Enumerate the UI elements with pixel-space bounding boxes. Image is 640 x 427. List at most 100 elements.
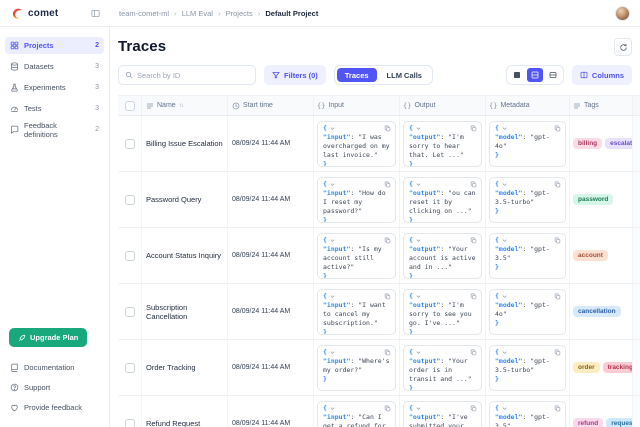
column-header-start-time[interactable]: Start time	[228, 96, 314, 115]
table-row[interactable]: Password Query08/09/24 11:44 AM{"input":…	[118, 172, 640, 228]
tag-password[interactable]: password	[573, 194, 613, 205]
breadcrumb-item[interactable]: Default Project	[265, 9, 318, 18]
column-header-metadata[interactable]: {}Metadata	[486, 96, 570, 115]
trace-name-cell[interactable]: Account Status Inquiry	[142, 228, 228, 283]
table-row[interactable]: Refund Request08/09/24 11:44 AM{"input":…	[118, 396, 640, 427]
refresh-button[interactable]	[614, 38, 632, 56]
copy-icon[interactable]	[384, 293, 391, 303]
sidebar-item-experiments[interactable]: Experiments3	[5, 79, 104, 96]
copy-icon[interactable]	[384, 349, 391, 359]
metadata-json-cell[interactable]: {"model": "gpt-4o"}	[489, 121, 566, 167]
column-header-output[interactable]: {}Output	[400, 96, 486, 115]
sidebar-item-feedback-definitions[interactable]: Feedback definitions2	[5, 121, 104, 138]
sidebar-bottom: Upgrade Plan Documentation Support Provide…	[5, 328, 104, 419]
filters-button[interactable]: Filters (0)	[264, 65, 326, 85]
sidebar-footer-support[interactable]: Support	[5, 379, 104, 395]
tag-tracking[interactable]: tracking	[603, 362, 633, 373]
column-header-input[interactable]: {}Input	[314, 96, 400, 115]
metadata-json-cell[interactable]: {"model": "gpt-3.5-turbo"}	[489, 345, 566, 391]
copy-icon[interactable]	[554, 125, 561, 135]
copy-icon[interactable]	[384, 237, 391, 247]
copy-icon[interactable]	[470, 349, 477, 359]
breadcrumb-item[interactable]: team-comet-ml	[119, 9, 169, 18]
table-row[interactable]: Account Status Inquiry08/09/24 11:44 AM{…	[118, 228, 640, 284]
row-checkbox[interactable]	[125, 363, 135, 373]
row-checkbox[interactable]	[125, 251, 135, 261]
tag-refund[interactable]: refund	[573, 418, 603, 427]
input-json-cell[interactable]: {"input": "Is my account still active?"}	[317, 233, 396, 279]
output-json-cell[interactable]: {"output": "I'm sorry to hear that. Let …	[403, 121, 482, 167]
copy-icon[interactable]	[470, 125, 477, 135]
row-checkbox[interactable]	[125, 419, 135, 427]
json-key: "output"	[409, 189, 440, 197]
copy-icon[interactable]	[470, 181, 477, 191]
columns-icon	[580, 71, 588, 79]
copy-icon[interactable]	[554, 181, 561, 191]
tag-cancellation[interactable]: cancellation	[573, 306, 621, 317]
density-medium-button[interactable]	[527, 68, 543, 82]
tag-account[interactable]: account	[573, 250, 608, 261]
tag-order[interactable]: order	[573, 362, 600, 373]
sort-icon[interactable]: ↑↓	[179, 103, 183, 109]
metadata-json-cell[interactable]: {"model": "gpt-3.5-turbo"}	[489, 177, 566, 223]
sidebar-item-datasets[interactable]: Datasets3	[5, 58, 104, 75]
tag-billing[interactable]: billing	[573, 138, 602, 149]
view-toggle-traces[interactable]: Traces	[337, 68, 377, 82]
metadata-json-cell[interactable]: {"model": "gpt-3.5"}	[489, 401, 566, 427]
copy-icon[interactable]	[384, 181, 391, 191]
copy-icon[interactable]	[470, 293, 477, 303]
row-checkbox[interactable]	[125, 307, 135, 317]
breadcrumb-item[interactable]: LLM Eval	[182, 9, 213, 18]
tag-request[interactable]: request	[606, 418, 633, 427]
view-toggle-llm-calls[interactable]: LLM Calls	[379, 68, 430, 82]
copy-icon[interactable]	[470, 405, 477, 415]
sidebar-footer-provide-feedback[interactable]: Provide feedback	[5, 399, 104, 415]
avatar[interactable]	[615, 6, 630, 21]
output-json-cell[interactable]: {"output": "Your account is active and i…	[403, 233, 482, 279]
sidebar-item-projects[interactable]: Projects2	[5, 37, 104, 54]
copy-icon[interactable]	[554, 237, 561, 247]
copy-icon[interactable]	[554, 293, 561, 303]
columns-button[interactable]: Columns	[572, 65, 632, 85]
copy-icon[interactable]	[554, 405, 561, 415]
trace-name-cell[interactable]: Refund Request	[142, 396, 228, 427]
copy-icon[interactable]	[554, 349, 561, 359]
trace-name-cell[interactable]: Order Tracking	[142, 340, 228, 395]
column-header-name[interactable]: Name↑↓	[142, 96, 228, 115]
output-json-cell[interactable]: {"output": "I'm sorry to see you go. I'v…	[403, 289, 482, 335]
search-input[interactable]	[137, 71, 249, 80]
copy-icon[interactable]	[470, 237, 477, 247]
comet-logo[interactable]: comet	[11, 7, 58, 20]
copy-icon[interactable]	[384, 405, 391, 415]
tag-escalation[interactable]: escalation	[605, 138, 633, 149]
sidebar-collapse-icon[interactable]	[91, 9, 100, 18]
row-checkbox[interactable]	[125, 195, 135, 205]
copy-icon[interactable]	[384, 125, 391, 135]
breadcrumb-item[interactable]: Projects	[226, 9, 253, 18]
select-all-checkbox[interactable]	[125, 101, 135, 111]
output-json-cell[interactable]: {"output": "I've submitted your refund r…	[403, 401, 482, 427]
input-json-cell[interactable]: {"input": "I was overcharged on my last …	[317, 121, 396, 167]
metadata-json-cell[interactable]: {"model": "gpt-3.5"}	[489, 233, 566, 279]
search-box[interactable]	[118, 65, 256, 85]
table-row[interactable]: Order Tracking08/09/24 11:44 AM{"input":…	[118, 340, 640, 396]
input-json-cell[interactable]: {"input": "Can I get a refund for my las…	[317, 401, 396, 427]
column-header-tags[interactable]: Tags	[570, 96, 633, 115]
density-large-button[interactable]	[545, 68, 561, 82]
output-json-cell[interactable]: {"output": "Your order is in transit and…	[403, 345, 482, 391]
trace-name-cell[interactable]: Password Query	[142, 172, 228, 227]
table-row[interactable]: Billing Issue Escalation08/09/24 11:44 A…	[118, 116, 640, 172]
table-row[interactable]: Subscription Cancellation08/09/24 11:44 …	[118, 284, 640, 340]
metadata-json-cell[interactable]: {"model": "gpt-4o"}	[489, 289, 566, 335]
sidebar-footer-documentation[interactable]: Documentation	[5, 359, 104, 375]
row-checkbox[interactable]	[125, 139, 135, 149]
output-json-cell[interactable]: {"output": "ou can reset it by clicking …	[403, 177, 482, 223]
input-json-cell[interactable]: {"input": "I want to cancel my subscript…	[317, 289, 396, 335]
trace-name-cell[interactable]: Billing Issue Escalation	[142, 116, 228, 171]
input-json-cell[interactable]: {"input": "Where's my order?"}	[317, 345, 396, 391]
density-small-button[interactable]	[509, 68, 525, 82]
upgrade-plan-button[interactable]: Upgrade Plan	[9, 328, 87, 347]
sidebar-item-tests[interactable]: Tests3	[5, 100, 104, 117]
trace-name-cell[interactable]: Subscription Cancellation	[142, 284, 228, 339]
input-json-cell[interactable]: {"input": "How do I reset my password?"}	[317, 177, 396, 223]
